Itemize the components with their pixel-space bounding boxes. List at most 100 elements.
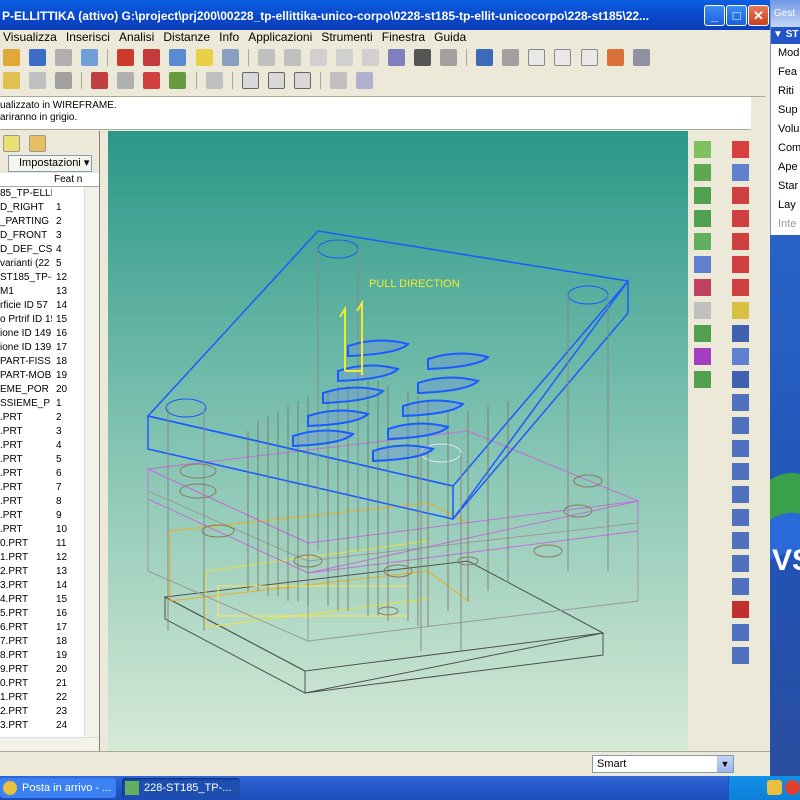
cut-icon[interactable] xyxy=(309,49,327,66)
warp-tool-icon[interactable] xyxy=(732,578,749,595)
regenerate-icon[interactable] xyxy=(169,49,187,66)
taskbar-item-mail[interactable]: Posta in arrivo - ... xyxy=(0,778,116,798)
line-tool-icon[interactable] xyxy=(732,210,749,227)
gest-panel-title[interactable]: Gest xyxy=(771,0,800,27)
csys-icon[interactable] xyxy=(169,72,187,89)
project-tool-icon[interactable] xyxy=(732,486,749,503)
datum-plane-icon[interactable] xyxy=(3,72,20,89)
calendar-icon[interactable] xyxy=(329,72,347,89)
shell-tool-icon[interactable] xyxy=(694,256,711,273)
thicken-tool-icon[interactable] xyxy=(732,440,749,457)
menu-strumenti[interactable]: Strumenti xyxy=(318,30,375,45)
settings-dropdown[interactable]: Impostazioni ▾ xyxy=(8,155,92,172)
copy-tool-icon[interactable] xyxy=(732,371,749,388)
curve-tool-icon[interactable] xyxy=(732,164,749,181)
zoom-out-icon[interactable] xyxy=(554,49,572,66)
extrude-tool-icon[interactable] xyxy=(694,187,711,204)
gest-item[interactable]: Fea xyxy=(771,63,800,82)
sweep-tool-icon[interactable] xyxy=(694,233,711,250)
shading-icon[interactable] xyxy=(195,49,213,66)
menu-inserisci[interactable]: Inserisci xyxy=(63,30,113,45)
extend-tool-icon[interactable] xyxy=(732,532,749,549)
tray-app-icon[interactable] xyxy=(785,780,800,795)
print-icon[interactable] xyxy=(55,49,73,66)
saved-views-icon[interactable] xyxy=(632,49,650,66)
window-title-bar[interactable]: P-ELLITTIKA (attivo) G:\project\prj200\0… xyxy=(0,0,770,30)
spin-center-icon[interactable] xyxy=(205,72,223,89)
gest-item[interactable]: Lay xyxy=(771,196,800,215)
model-tree-tab-icon[interactable] xyxy=(3,135,20,152)
wrap-tool-icon[interactable] xyxy=(732,509,749,526)
datum-point-icon[interactable] xyxy=(55,72,73,89)
undo-icon[interactable] xyxy=(257,49,275,66)
spline-tool-icon[interactable] xyxy=(732,233,749,250)
gest-item[interactable]: Ape xyxy=(771,158,800,177)
tree-vertical-scrollbar[interactable] xyxy=(84,187,99,751)
pattern-tool-icon[interactable] xyxy=(732,348,749,365)
relations-icon[interactable] xyxy=(440,49,458,66)
close-window-icon[interactable] xyxy=(293,72,311,89)
menu-info[interactable]: Info xyxy=(216,30,242,45)
zoom-in-icon[interactable] xyxy=(528,49,546,66)
mail-icon[interactable] xyxy=(81,49,99,66)
orient-icon[interactable] xyxy=(606,49,624,66)
round-tool-icon[interactable] xyxy=(694,325,711,342)
folder-browser-tab-icon[interactable] xyxy=(29,135,47,152)
panel-splitter[interactable] xyxy=(100,131,108,751)
open-folder-icon[interactable] xyxy=(3,49,20,66)
gest-panel-header[interactable]: ▼ ST xyxy=(771,27,800,44)
tray-mail-icon[interactable] xyxy=(767,780,782,795)
pdf-icon[interactable] xyxy=(117,49,135,66)
save-icon[interactable] xyxy=(29,49,47,66)
taskbar-item-proe[interactable]: 228-ST185_TP-... xyxy=(122,778,240,798)
trim-tool-icon[interactable] xyxy=(732,256,749,273)
solidify-tool-icon[interactable] xyxy=(732,463,749,480)
revolve-tool-icon[interactable] xyxy=(694,210,711,227)
axis-tool-icon[interactable] xyxy=(694,164,711,181)
menu-visualizza[interactable]: Visualizza xyxy=(0,30,60,45)
feat-column-header[interactable]: Feat n xyxy=(54,174,82,185)
menu-guida[interactable]: Guida xyxy=(431,30,469,45)
help-icon[interactable] xyxy=(356,72,373,89)
point-icon[interactable] xyxy=(143,72,161,89)
section-tool-icon[interactable] xyxy=(732,555,749,572)
menu-applicazioni[interactable]: Applicazioni xyxy=(245,30,315,45)
menu-distanze[interactable]: Distanze xyxy=(160,30,213,45)
maximize-button[interactable]: □ xyxy=(726,5,747,26)
paste-icon[interactable] xyxy=(361,49,379,66)
gest-item[interactable]: Sup xyxy=(771,101,800,120)
datum-axis-icon[interactable] xyxy=(29,72,47,89)
tree-horizontal-scrollbar[interactable] xyxy=(0,737,99,751)
menu-finestra[interactable]: Finestra xyxy=(379,30,428,45)
offset-tool-icon[interactable] xyxy=(732,417,749,434)
activate-window-icon[interactable] xyxy=(267,72,285,89)
gest-item[interactable]: Volu xyxy=(771,120,800,139)
tree-icon[interactable] xyxy=(388,49,405,66)
hidden-line-icon[interactable] xyxy=(221,49,239,66)
curve-icon[interactable] xyxy=(117,72,135,89)
refit-icon[interactable] xyxy=(580,49,598,66)
gest-item[interactable]: Com xyxy=(771,139,800,158)
repaint-icon[interactable] xyxy=(502,49,520,66)
selection-filter-dropdown[interactable]: Smart ▼ xyxy=(592,755,734,773)
layer-icon[interactable] xyxy=(414,49,432,66)
pick-filter-icon[interactable] xyxy=(476,49,494,66)
datum-point-tool-icon[interactable] xyxy=(732,141,749,158)
chevron-down-icon[interactable]: ▼ xyxy=(717,756,733,772)
window-icon[interactable] xyxy=(241,72,259,89)
redo-icon[interactable] xyxy=(283,49,301,66)
chamfer-tool-icon[interactable] xyxy=(732,325,749,342)
message-scrollbar[interactable] xyxy=(751,97,765,131)
split-tool-icon[interactable] xyxy=(732,647,749,664)
measure-tool-icon[interactable] xyxy=(732,302,749,319)
datum-plane-tool-icon[interactable] xyxy=(694,141,711,158)
gest-item[interactable]: Mod xyxy=(771,44,800,63)
gest-item[interactable]: Star xyxy=(771,177,800,196)
close-button[interactable]: ✕ xyxy=(748,5,769,26)
mirror-tool-icon[interactable] xyxy=(694,371,711,388)
export-icon[interactable] xyxy=(143,49,161,66)
sketch-icon[interactable] xyxy=(91,72,109,89)
minimize-button[interactable]: _ xyxy=(704,5,725,26)
parallelogram-tool-icon[interactable] xyxy=(732,187,749,204)
draft-tool-icon[interactable] xyxy=(694,302,711,319)
